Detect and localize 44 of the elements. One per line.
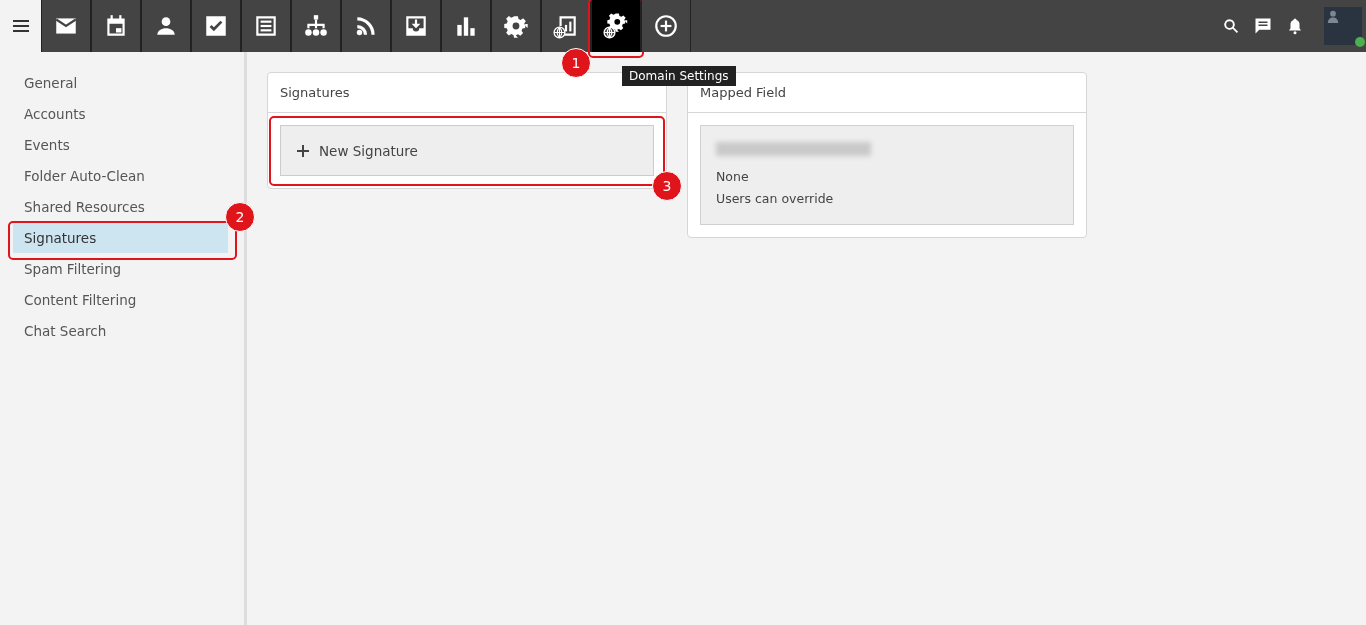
callout-number: 3 [652,171,682,201]
menu-icon[interactable] [12,20,29,32]
chat-icon[interactable] [1254,17,1272,35]
callout-number: 2 [225,202,255,232]
toolbar-button[interactable] [491,0,541,52]
toolbar-button[interactable] [441,0,491,52]
card-title: Mapped Field [700,85,787,100]
sidebar-item[interactable]: Folder Auto-Clean [13,160,228,191]
sidebar-item[interactable]: Signatures [13,222,228,253]
sidebar-item[interactable]: Chat Search [13,315,228,346]
card-title: Signatures [280,85,350,100]
sidebar-item[interactable]: Content Filtering [13,284,228,315]
gear-globe-icon [603,13,629,39]
inbox-icon [403,13,429,39]
sidebar-item[interactable]: Events [13,129,228,160]
tooltip: Domain Settings [622,66,736,86]
bell-icon[interactable] [1286,17,1304,35]
entry-text: None [716,169,750,184]
checkbox-icon [203,13,229,39]
search-icon[interactable] [1222,17,1240,35]
plus-icon [297,144,309,157]
new-signature-button[interactable]: New Signature [280,125,654,176]
sidebar-item[interactable]: Accounts [13,98,228,129]
toolbar-button[interactable] [191,0,241,52]
report-globe-icon [553,13,579,39]
sidebar-item[interactable]: Spam Filtering [13,253,228,284]
toolbar-button[interactable] [541,0,591,52]
org-chart-icon [303,13,329,39]
toolbar-button[interactable] [341,0,391,52]
toolbar-button[interactable] [641,0,691,52]
toolbar-button[interactable] [141,0,191,52]
toolbar-button[interactable] [91,0,141,52]
toolbar-button[interactable] [41,0,91,52]
sidebar-item[interactable]: General [13,67,228,98]
mapped-field-entry[interactable]: None Users can override [700,125,1074,225]
entry-text: Users can override [716,191,835,206]
toolbar-button[interactable] [591,0,641,52]
online-status-icon [1355,37,1365,47]
toolbar-button[interactable] [241,0,291,52]
notes-icon [253,13,279,39]
sidebar-item[interactable]: Shared Resources [13,191,228,222]
toolbar-button[interactable] [391,0,441,52]
toolbar-button[interactable] [291,0,341,52]
settings-icon [503,13,529,39]
